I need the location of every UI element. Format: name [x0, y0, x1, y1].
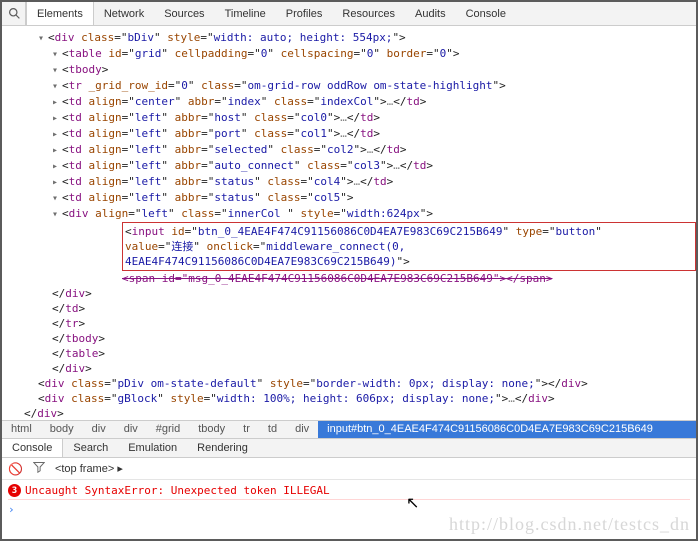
dom-node[interactable]: <div class="pDiv om-state-default" style…	[38, 377, 588, 390]
dom-node[interactable]: <td align="left" abbr="host" class="col0…	[62, 111, 380, 124]
dom-node[interactable]: <td align="center" abbr="index" class="i…	[62, 95, 426, 108]
error-message: Uncaught SyntaxError: Unexpected token I…	[25, 484, 330, 497]
expand-toggle[interactable]	[52, 46, 62, 62]
tab-timeline[interactable]: Timeline	[215, 2, 276, 25]
dom-node[interactable]: <td align="left" abbr="status" class="co…	[62, 191, 354, 204]
dom-node[interactable]: <td align="left" abbr="auto_connect" cla…	[62, 159, 433, 172]
dom-node[interactable]: <div class="bDiv" style="width: auto; he…	[48, 31, 406, 44]
clear-console-icon[interactable]: 🚫	[8, 462, 23, 476]
dom-node[interactable]: </tr>	[52, 317, 85, 330]
console-error[interactable]: 3 Uncaught SyntaxError: Unexpected token…	[8, 482, 690, 500]
dom-node[interactable]: <tr _grid_row_id="0" class="om-grid-row …	[62, 79, 506, 92]
dom-node[interactable]: <td align="left" abbr="status" class="co…	[62, 175, 393, 188]
crumb-tbody[interactable]: tbody	[189, 421, 234, 438]
tab-profiles[interactable]: Profiles	[276, 2, 333, 25]
dom-node[interactable]: </tbody>	[52, 332, 105, 345]
dom-node[interactable]: <td align="left" abbr="port" class="col1…	[62, 127, 380, 140]
dom-node[interactable]: </div>	[52, 287, 92, 300]
tab-resources[interactable]: Resources	[332, 2, 405, 25]
tab-network[interactable]: Network	[94, 2, 154, 25]
dom-node[interactable]: value="连接" onclick="middleware_connect(0…	[125, 240, 405, 253]
expand-toggle[interactable]	[52, 158, 62, 174]
expand-toggle[interactable]	[52, 206, 62, 222]
crumb-td[interactable]: td	[259, 421, 286, 438]
crumb-body[interactable]: body	[41, 421, 83, 438]
crumb-html[interactable]: html	[2, 421, 41, 438]
dom-node[interactable]: </table>	[52, 347, 105, 360]
dom-node[interactable]: <span id="msg_0_4EAE4F474C91156086C0D4EA…	[122, 272, 552, 285]
dom-node[interactable]: <div align="left" class="innerCol " styl…	[62, 207, 433, 220]
drawer-tab-rendering[interactable]: Rendering	[187, 439, 258, 457]
crumb-div[interactable]: div	[83, 421, 115, 438]
expand-toggle[interactable]	[52, 94, 62, 110]
console-output: 3 Uncaught SyntaxError: Unexpected token…	[2, 480, 696, 521]
drawer-tab-search[interactable]: Search	[63, 439, 118, 457]
console-input[interactable]	[19, 502, 690, 517]
expand-toggle[interactable]	[52, 62, 62, 78]
console-prompt[interactable]: ›	[8, 500, 690, 519]
expand-toggle[interactable]	[52, 142, 62, 158]
chevron-right-icon: ›	[8, 503, 15, 516]
dom-node[interactable]: <td align="left" abbr="selected" class="…	[62, 143, 406, 156]
dom-node[interactable]: <div class="gBlock" style="width: 100%; …	[38, 392, 555, 405]
error-count-badge: 3	[8, 484, 21, 497]
frame-selector[interactable]: <top frame> ▸	[55, 462, 123, 475]
drawer-tab-console[interactable]: Console	[2, 439, 63, 457]
elements-tree[interactable]: <div class="bDiv" style="width: auto; he…	[2, 26, 696, 420]
tab-elements[interactable]: Elements	[26, 2, 94, 25]
dom-node[interactable]: <table id="grid" cellpadding="0" cellspa…	[62, 47, 459, 60]
dom-node[interactable]: <input id="btn_0_4EAE4F474C91156086C0D4E…	[125, 225, 602, 238]
expand-toggle[interactable]	[52, 190, 62, 206]
dom-node[interactable]: <tbody>	[62, 63, 108, 76]
crumb-selected[interactable]: input#btn_0_4EAE4F474C91156086C0D4EA7E98…	[318, 421, 696, 438]
expand-toggle[interactable]	[52, 110, 62, 126]
expand-toggle[interactable]	[52, 126, 62, 142]
dom-node[interactable]: 4EAE4F474C91156086C0D4EA7E983C69C215B649…	[125, 255, 410, 268]
console-drawer-tabs: Console Search Emulation Rendering	[2, 438, 696, 458]
dom-node[interactable]: </div>	[52, 362, 92, 375]
selected-node-highlight[interactable]: <input id="btn_0_4EAE4F474C91156086C0D4E…	[122, 222, 696, 271]
search-icon[interactable]	[4, 2, 26, 25]
expand-toggle[interactable]	[52, 78, 62, 94]
filter-icon[interactable]	[33, 461, 45, 476]
breadcrumb: html body div div #grid tbody tr td div …	[2, 420, 696, 438]
dom-node[interactable]: </div>	[24, 407, 64, 420]
crumb-div[interactable]: div	[286, 421, 318, 438]
drawer-tab-emulation[interactable]: Emulation	[118, 439, 187, 457]
expand-toggle[interactable]	[38, 30, 48, 46]
tab-console[interactable]: Console	[456, 2, 516, 25]
crumb-div[interactable]: div	[115, 421, 147, 438]
crumb-grid[interactable]: #grid	[147, 421, 189, 438]
devtools-toolbar: Elements Network Sources Timeline Profil…	[2, 2, 696, 26]
dom-node[interactable]: </td>	[52, 302, 85, 315]
expand-toggle[interactable]	[52, 174, 62, 190]
tab-audits[interactable]: Audits	[405, 2, 456, 25]
crumb-tr[interactable]: tr	[234, 421, 259, 438]
console-toolbar: 🚫 <top frame> ▸	[2, 458, 696, 480]
tab-sources[interactable]: Sources	[154, 2, 214, 25]
